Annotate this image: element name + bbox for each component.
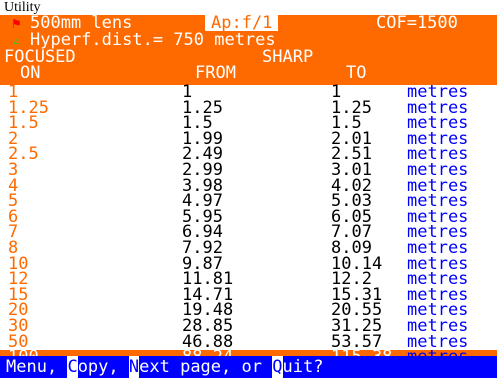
menu-option[interactable]: Menu, [6, 356, 57, 378]
depth-of-field-table: 1 1 1 metres 1.25 1.25 1.25 metres 1.5 1.5 1.5 me… [0, 84, 497, 366]
lens-label: 500mm lens [30, 15, 133, 33]
cof-label: COF=1500 [376, 15, 458, 33]
column-header: FOCUSED ON SHARP FROM TO [0, 49, 497, 85]
next-key[interactable]: N [128, 356, 140, 378]
quit-option[interactable]: uit? [283, 356, 324, 378]
quit-key[interactable]: Q [272, 356, 283, 378]
spectrum-screen: ⚑ 500mm lens Ap:f/1 COF=1500 ▵ Hyperf.di… [0, 15, 497, 378]
or-label: or [241, 357, 262, 377]
window-title: Utility [4, 0, 41, 15]
flag-icon: ⚑ [12, 16, 21, 32]
copy-key[interactable]: C [67, 356, 78, 378]
next-page-option[interactable]: ext page, [139, 356, 231, 378]
to-label: TO [346, 63, 367, 83]
command-prompt-bar: Menu, Copy, Next page, or Quit? [0, 356, 497, 378]
sharp-label: SHARP [262, 47, 314, 67]
aperture-label: Ap:f/1 [205, 15, 279, 32]
on-label: ON [20, 63, 41, 83]
hyperfocal-label: Hyperf.dist.= 750 metres [30, 30, 276, 50]
copy-option[interactable]: opy, [78, 356, 119, 378]
from-label: FROM [195, 63, 236, 83]
